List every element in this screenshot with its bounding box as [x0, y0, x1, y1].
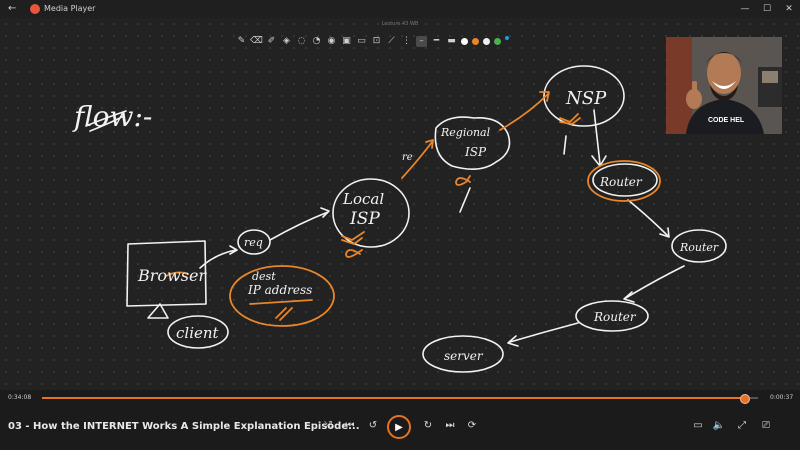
regional-isp-label-line1: Regional: [440, 126, 491, 139]
window-controls: — ☐ ✕: [734, 0, 800, 18]
media-player-logo-icon: [30, 4, 40, 14]
remaining-time: 0:00:37: [770, 394, 794, 401]
ip-address-label: IP address: [247, 283, 312, 297]
forward-button[interactable]: ↻: [420, 420, 436, 431]
play-button[interactable]: ▶: [387, 415, 411, 439]
video-title: 03 - How the INTERNET Works A Simple Exp…: [8, 421, 360, 432]
cast-button[interactable]: ⎚: [758, 420, 774, 431]
previous-button[interactable]: ⏮: [342, 420, 358, 431]
dest-label: dest: [252, 270, 276, 283]
player-controls: 0:34:08 0:00:37 03 - How the INTERNET Wo…: [0, 390, 800, 450]
local-isp-label-line2: ISP: [349, 209, 380, 229]
client-label: client: [176, 324, 220, 342]
repeat-button[interactable]: ⟳: [464, 420, 480, 431]
maximize-button[interactable]: ☐: [756, 0, 778, 18]
flow-heading: flow:-: [72, 100, 152, 133]
browser-label: Browser: [137, 266, 207, 285]
router-1-label: Router: [599, 175, 643, 189]
back-arrow-icon[interactable]: ←: [8, 3, 16, 14]
title-bar: ← Media Player — ☐ ✕: [0, 0, 800, 18]
seek-progress: [42, 397, 744, 399]
rewind-button[interactable]: ↺: [365, 420, 381, 431]
router-2-label: Router: [679, 241, 719, 254]
volume-button[interactable]: 🔈: [711, 420, 727, 431]
play-icon: ▶: [395, 421, 403, 433]
regional-isp-label-line2: ISP: [464, 145, 487, 159]
seek-handle[interactable]: [739, 394, 750, 404]
next-button[interactable]: ⏭: [442, 420, 458, 431]
webcam-shirt-text: CODE HEL: [708, 117, 745, 124]
seek-bar[interactable]: [42, 394, 758, 404]
shuffle-button[interactable]: ⤮: [320, 420, 336, 431]
close-button[interactable]: ✕: [778, 0, 800, 18]
app-title: Media Player: [44, 4, 96, 13]
elapsed-time: 0:34:08: [8, 394, 32, 401]
fullscreen-button[interactable]: ⤢: [734, 420, 750, 431]
server-label: server: [444, 349, 484, 363]
miniplayer-button[interactable]: ▭: [690, 420, 706, 431]
nsp-label: NSP: [565, 88, 607, 109]
webcam-overlay: CODE HEL: [666, 37, 782, 134]
local-isp-label-line1: Local: [342, 190, 384, 208]
re-label: re: [402, 152, 413, 163]
minimize-button[interactable]: —: [734, 0, 756, 18]
router-3-label: Router: [593, 310, 637, 324]
req-label: req: [244, 236, 263, 249]
